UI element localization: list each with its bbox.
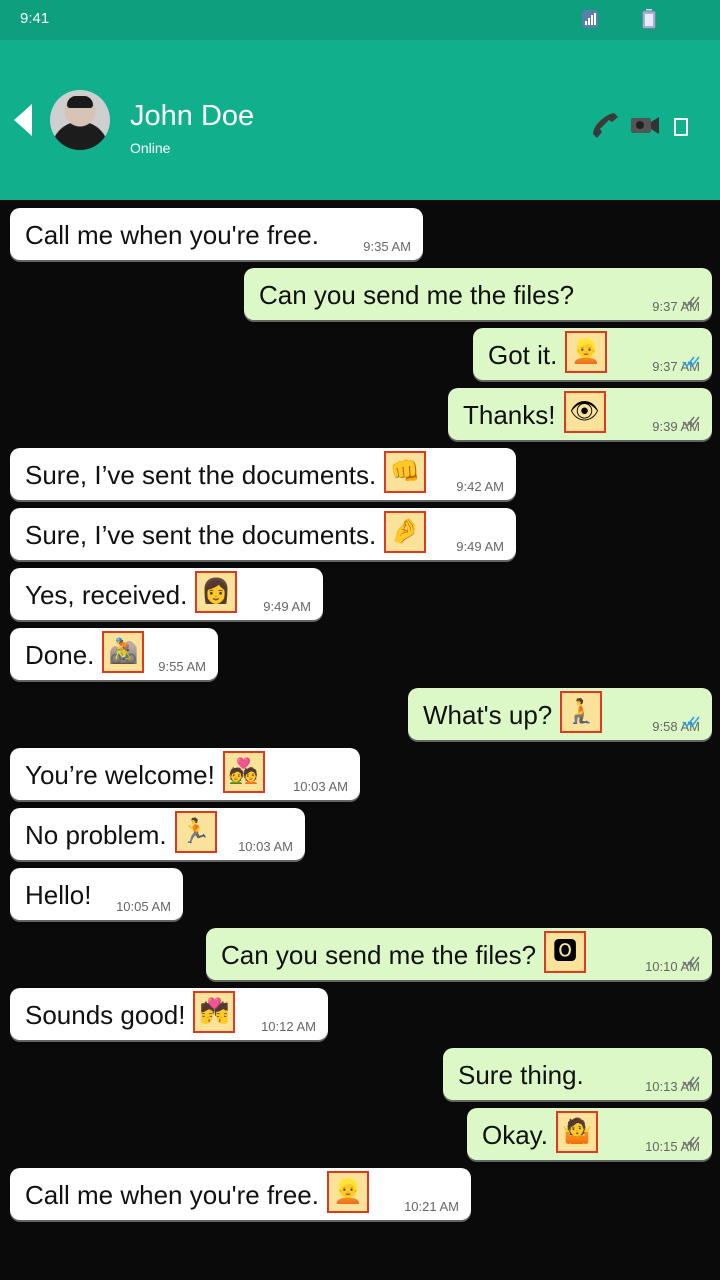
outgoing-message[interactable]: Okay. 🤷 10:15 AM — [467, 1108, 712, 1160]
emoji-sticker-icon: 👱 — [565, 331, 608, 373]
read-ticks-icon — [682, 716, 700, 728]
battery-icon — [642, 9, 656, 29]
message-text: Hello! — [25, 880, 92, 910]
menu-icon[interactable] — [674, 118, 688, 136]
message-text: Okay. — [482, 1120, 548, 1150]
delivered-ticks-icon — [682, 1136, 700, 1148]
delivered-ticks-icon — [682, 416, 700, 428]
outgoing-message[interactable]: Can you send me the files? 9:37 AM — [244, 268, 712, 320]
emoji-sticker-icon: 🏃 — [174, 811, 217, 853]
message-time: 10:05 AM — [116, 899, 171, 914]
message-text: No problem. — [25, 820, 167, 850]
incoming-message[interactable]: Sure, I’ve sent the documents. 🤌 9:49 AM — [10, 508, 516, 560]
incoming-message[interactable]: No problem. 🏃 10:03 AM — [10, 808, 305, 860]
message-text: Call me when you're free. — [25, 220, 319, 250]
video-camera-icon[interactable] — [630, 112, 660, 138]
emoji-sticker-icon: 🚵 — [102, 631, 145, 673]
phone-icon[interactable] — [590, 110, 620, 140]
message-text: Got it. — [488, 340, 558, 370]
message-text: Thanks! — [463, 400, 556, 430]
emoji-sticker-icon: 🅾 — [544, 931, 587, 973]
message-text: Can you send me the files? — [259, 280, 575, 310]
delivered-ticks-icon — [682, 296, 700, 308]
status-time: 9:41 — [20, 10, 50, 27]
message-text: Sure, I’ve sent the documents. — [25, 520, 377, 550]
emoji-sticker-icon: 💏 — [193, 991, 236, 1033]
avatar[interactable] — [50, 90, 110, 150]
message-text: Yes, received. — [25, 580, 188, 610]
emoji-sticker-icon: 🧎 — [560, 691, 603, 733]
message-time: 10:12 AM — [261, 1019, 316, 1034]
incoming-message[interactable]: Call me when you're free. 9:35 AM — [10, 208, 423, 260]
message-text: You’re welcome! — [25, 760, 215, 790]
incoming-message[interactable]: Done. 🚵 9:55 AM — [10, 628, 218, 680]
delivered-ticks-icon — [682, 1076, 700, 1088]
incoming-message[interactable]: Sure, I’ve sent the documents. 👊 9:42 AM — [10, 448, 516, 500]
message-text: Sounds good! — [25, 1000, 186, 1030]
message-time: 9:55 AM — [158, 659, 206, 674]
back-arrow-icon[interactable] — [14, 104, 32, 136]
chat-header: John Doe Online — [0, 40, 720, 200]
outgoing-message[interactable]: Sure thing. 10:13 AM — [443, 1048, 712, 1100]
incoming-message[interactable]: Sounds good! 💏 10:12 AM — [10, 988, 328, 1040]
message-text: Sure, I’ve sent the documents. — [25, 460, 377, 490]
message-text: Call me when you're free. — [25, 1180, 319, 1210]
contact-name: John Doe — [130, 100, 255, 132]
message-text: Done. — [25, 640, 95, 670]
status-bar: 9:41 — [0, 0, 720, 40]
message-time: 9:42 AM — [456, 479, 504, 494]
emoji-sticker-icon: 💑 — [222, 751, 265, 793]
incoming-message[interactable]: You’re welcome! 💑 10:03 AM — [10, 748, 360, 800]
incoming-message[interactable]: Call me when you're free. 👱 10:21 AM — [10, 1168, 471, 1220]
message-time: 9:35 AM — [363, 239, 411, 254]
emoji-sticker-icon: 👁 — [563, 391, 606, 433]
message-time: 10:21 AM — [404, 1199, 459, 1214]
contact-status: Online — [130, 140, 171, 156]
message-text: What's up? — [423, 700, 553, 730]
read-ticks-icon — [682, 356, 700, 368]
incoming-message[interactable]: Hello! 10:05 AM — [10, 868, 183, 920]
message-time: 9:49 AM — [456, 539, 504, 554]
outgoing-message[interactable]: What's up? 🧎 9:58 AM — [408, 688, 712, 740]
message-time: 9:49 AM — [263, 599, 311, 614]
emoji-sticker-icon: 👊 — [384, 451, 427, 493]
outgoing-message[interactable]: Can you send me the files? 🅾 10:10 AM — [206, 928, 712, 980]
message-text: Can you send me the files? — [221, 940, 537, 970]
emoji-sticker-icon: 👱 — [327, 1171, 369, 1213]
message-text: Sure thing. — [458, 1060, 584, 1090]
message-time: 10:03 AM — [293, 779, 348, 794]
emoji-sticker-icon: 👩 — [195, 571, 238, 613]
message-time: 10:03 AM — [238, 839, 293, 854]
outgoing-message[interactable]: Thanks! 👁 9:39 AM — [448, 388, 712, 440]
outgoing-message[interactable]: Got it. 👱 9:37 AM — [473, 328, 712, 380]
emoji-sticker-icon: 🤷 — [555, 1111, 598, 1153]
signal-icon — [582, 10, 598, 28]
incoming-message[interactable]: Yes, received. 👩 9:49 AM — [10, 568, 323, 620]
emoji-sticker-icon: 🤌 — [384, 511, 427, 553]
delivered-ticks-icon — [682, 956, 700, 968]
